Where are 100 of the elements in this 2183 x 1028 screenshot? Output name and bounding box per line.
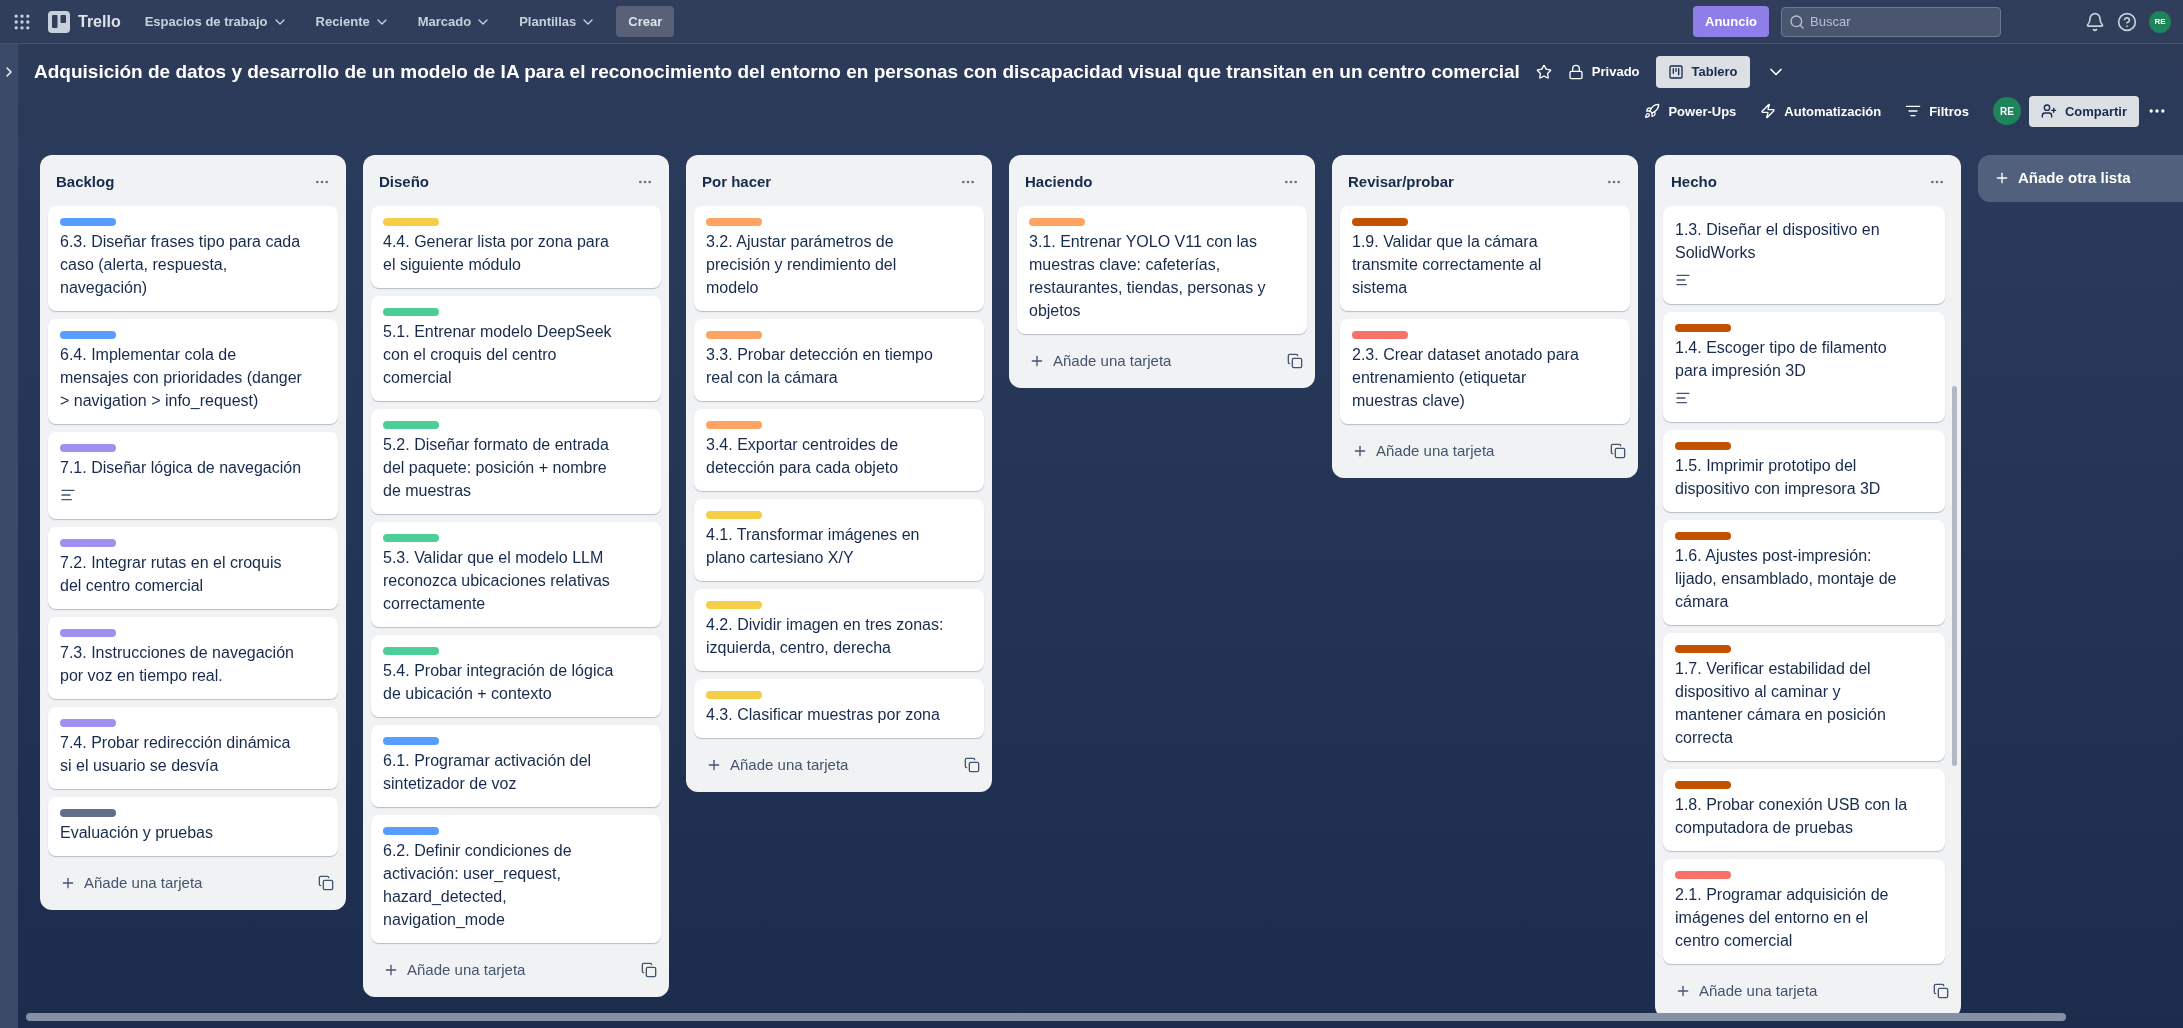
template-icon[interactable] [964,756,980,773]
card[interactable]: 2.1. Programar adquisición de imágenes del entorno en el centro comercial [1663,858,1945,964]
card-label[interactable] [1675,441,1731,450]
nav-menu[interactable]: Reciente [307,7,398,36]
add-card-button[interactable]: Añade una tarjeta [1667,975,1826,1006]
card[interactable]: 2.3. Crear dataset anotado para entrenamiento (etiquetar muestras clave) [1340,318,1630,424]
card-label[interactable] [60,443,116,452]
help-icon[interactable] [2117,11,2137,32]
board-action-button[interactable]: Automatización [1760,101,1882,121]
template-icon[interactable] [1933,982,1949,999]
card[interactable]: 3.3. Probar detección en tiempo real con la cámara [694,318,984,401]
notifications-icon[interactable] [2085,11,2105,32]
template-icon[interactable] [318,874,334,891]
user-avatar[interactable]: RE [2149,10,2171,33]
card-title: 7.4. Probar redirección dinámica si el usuario se desvía [60,732,292,776]
star-icon[interactable] [1535,63,1552,80]
card[interactable]: 1.7. Verificar estabilidad del dispositivo al caminar y mantener cámara en posición correcta [1663,632,1945,761]
card-label[interactable] [60,808,116,817]
add-person-icon [2040,103,2057,120]
card[interactable]: 1.6. Ajustes post-impresión: lijado, ensamblado, montaje de cámara [1663,519,1945,625]
list-title: Haciendo [1025,172,1093,192]
card-title: 4.1. Transformar imágenes en plano cartesiano X/Y [706,524,921,568]
card[interactable]: 4.3. Clasificar muestras por zona [694,678,984,738]
card-label[interactable] [1675,531,1731,540]
create-button[interactable]: Crear [616,5,675,38]
list-title: Revisar/probar [1348,172,1454,192]
card-title: 7.3. Instrucciones de navegación por voz en tiempo real. [60,642,295,686]
card[interactable]: 3.4. Exportar centroides de detección para cada objeto [694,408,984,491]
template-icon[interactable] [1287,352,1303,369]
card[interactable]: 5.2. Diseñar formato de entrada del paquete: posición + nombre de muestras [371,408,661,514]
card-label[interactable] [60,538,116,547]
card-title: 1.8. Probar conexión USB con la computadora de pruebas [1675,794,1909,838]
card[interactable]: 6.1. Programar activación del sintetizador de voz [371,724,661,807]
card-label[interactable] [1675,323,1731,332]
card[interactable]: 6.3. Diseñar frases tipo para cada caso (alerta, respuesta, navegación) [48,205,338,311]
visibility-button[interactable]: Privado [1567,62,1640,82]
add-card-button[interactable]: Añade una tarjeta [52,867,211,898]
card[interactable]: 7.2. Integrar rutas en el croquis del centro comercial [48,526,338,609]
card[interactable]: Evaluación y pruebas [48,796,338,856]
add-card-button[interactable]: Añade una tarjeta [698,749,857,780]
template-icon[interactable] [1610,442,1626,459]
card-title: 6.4. Implementar cola de mensajes con prioridades (danger > navigation > info_request) [60,344,303,411]
card[interactable]: 1.9. Validar que la cámara transmite correctamente al sistema [1340,205,1630,311]
card-title: 4.2. Dividir imagen en tres zonas: izquierda, centro, derecha [706,614,945,658]
nav-menu[interactable]: Espacios de trabajo [136,7,296,36]
bolt-icon [1760,103,1777,120]
search-icon [1789,13,1805,30]
nav-menu[interactable]: Plantillas [511,7,605,36]
card-label[interactable] [1352,330,1408,339]
card-label[interactable] [60,718,116,727]
card-title: 5.1. Entrenar modelo DeepSeek con el croquis del centro comercial [383,321,613,388]
lock-icon [1567,63,1584,80]
card[interactable]: 3.2. Ajustar parámetros de precisión y rendimiento del modelo [694,205,984,311]
card[interactable]: 1.8. Probar conexión USB con la computadora de pruebas [1663,768,1945,851]
view-tab[interactable]: Tablero [1655,56,1750,88]
scrollbar[interactable] [1952,385,1957,766]
card-label[interactable] [1352,217,1408,226]
card[interactable]: 5.4. Probar integración de lógica de ubicación + contexto [371,634,661,717]
card[interactable]: 5.1. Entrenar modelo DeepSeek con el croquis del centro comercial [371,295,661,401]
rocket-icon [1644,103,1661,120]
list-title: Backlog [56,172,115,192]
card-title: 7.1. Diseñar lógica de navegación [60,457,303,478]
add-list-button[interactable]: Añade otra lista [1978,155,2183,202]
card[interactable]: 1.4. Escoger tipo de filamento para impresión 3D [1663,311,1945,422]
card[interactable]: 1.5. Imprimir prototipo del dispositivo con impresora 3D [1663,429,1945,512]
member-avatar[interactable]: RE [1992,97,2021,126]
card-title: 7.2. Integrar rutas en el croquis del centro comercial [60,552,283,596]
card-label[interactable] [60,628,116,637]
card[interactable]: 7.4. Probar redirección dinámica si el usuario se desvía [48,706,338,789]
card[interactable]: 3.1. Entrenar YOLO V11 con las muestras clave: cafeterías, restaurantes, tiendas, personas y objetos [1017,205,1307,334]
card-label[interactable] [60,217,116,226]
share-button[interactable]: Compartir [2028,95,2139,127]
card-label[interactable] [1675,644,1731,653]
nav-menu[interactable]: Marcado [409,7,500,36]
card[interactable]: 4.2. Dividir imagen en tres zonas: izquierda, centro, derecha [694,588,984,671]
add-card-button[interactable]: Añade una tarjeta [1021,345,1180,376]
card[interactable]: 6.4. Implementar cola de mensajes con prioridades (danger > navigation > info_request) [48,318,338,424]
card-title: Evaluación y pruebas [60,822,214,843]
card-label[interactable] [1675,870,1731,879]
board-title[interactable]: Adquisición de datos y desarrollo de un modelo de IA para el reconocimiento del entorno en personas con discapacidad visual que transitan en un centro comercial [34,57,1520,86]
card[interactable]: 7.1. Diseñar lógica de navegación [48,431,338,519]
add-card-button[interactable]: Añade una tarjeta [375,954,534,985]
card-label[interactable] [60,330,116,339]
card-label[interactable] [383,826,439,835]
card[interactable]: 4.1. Transformar imágenes en plano cartesiano X/Y [694,498,984,581]
template-icon[interactable] [641,961,657,978]
card[interactable]: 6.2. Definir condiciones de activación: user_request, hazard_detected, navigation_mode [371,814,661,943]
board-action-button[interactable]: Filtros [1905,101,1969,121]
board-action-button[interactable]: Power-Ups [1644,101,1737,121]
horizontal-scrollbar[interactable] [26,1013,2066,1021]
card[interactable]: 1.3. Diseñar el dispositivo en SolidWorks [1663,205,1945,304]
card[interactable]: 4.4. Generar lista por zona para el siguiente módulo [371,205,661,288]
card-label[interactable] [1675,780,1731,789]
trello-logo-icon[interactable] [48,10,70,33]
add-card-button[interactable]: Añade una tarjeta [1344,435,1503,466]
app-name[interactable]: Trello [78,9,121,34]
card[interactable]: 7.3. Instrucciones de navegación por voz en tiempo real. [48,616,338,699]
search-field[interactable]: Buscar [1781,6,2001,37]
card-label[interactable] [383,736,439,745]
card[interactable]: 5.3. Validar que el modelo LLM reconozca ubicaciones relativas correctamente [371,521,661,627]
